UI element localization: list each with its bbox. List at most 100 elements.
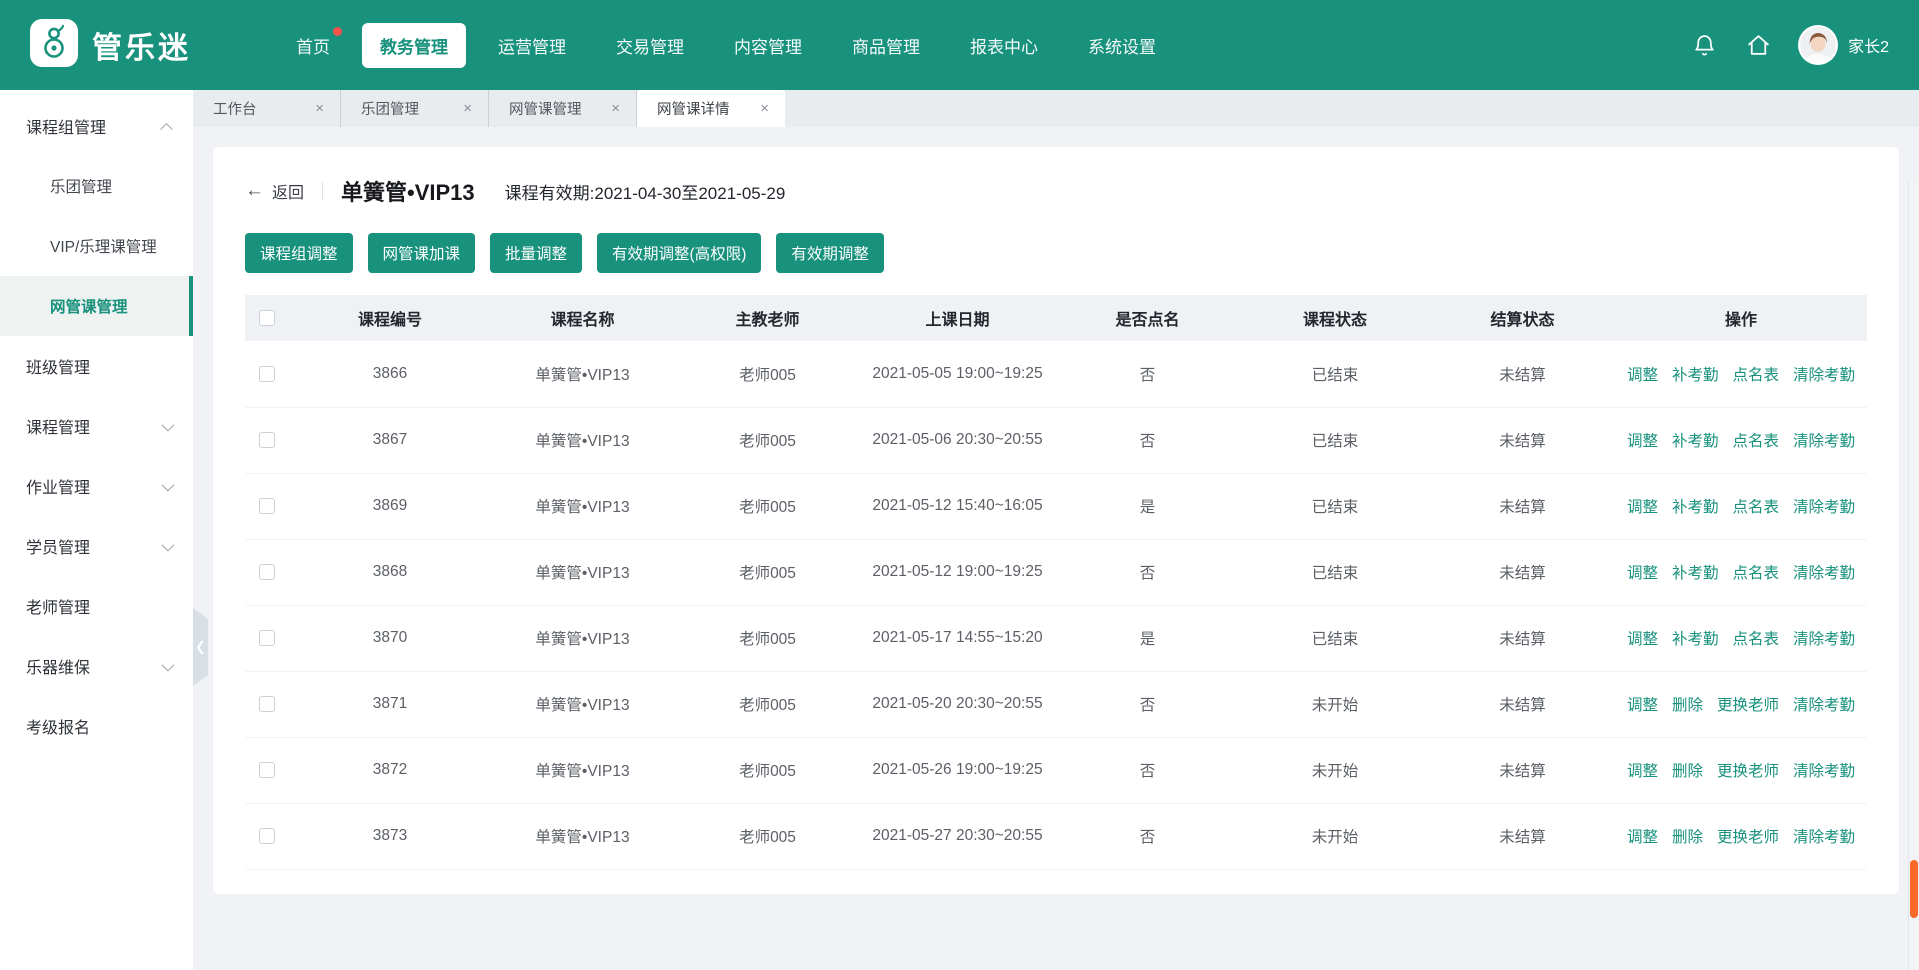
toolbar-button[interactable]: 批量调整: [490, 233, 582, 273]
action-link[interactable]: 点名表: [1733, 631, 1780, 648]
close-icon[interactable]: ×: [609, 99, 622, 118]
action-link[interactable]: 调整: [1627, 763, 1658, 780]
sidebar-subitem[interactable]: VIP/乐理课管理: [0, 216, 193, 276]
back-label: 返回: [272, 179, 304, 203]
action-link[interactable]: 清除考勤: [1793, 829, 1855, 846]
topnav-item[interactable]: 系统设置: [1070, 23, 1174, 68]
bell-icon[interactable]: [1690, 31, 1718, 59]
tab[interactable]: 网管课管理 ×: [489, 90, 637, 127]
action-link[interactable]: 调整: [1627, 829, 1658, 846]
action-link[interactable]: 清除考勤: [1793, 367, 1855, 384]
toolbar-button[interactable]: 有效期调整: [776, 233, 884, 273]
home-icon[interactable]: [1744, 31, 1772, 59]
cell-course-id: 3868: [290, 539, 490, 605]
topnav-item[interactable]: 教务管理: [362, 23, 466, 68]
sidebar-subitem[interactable]: 网管课管理: [0, 276, 193, 336]
scrollbar-thumb[interactable]: [1910, 860, 1918, 918]
brand[interactable]: 管乐迷: [30, 19, 230, 72]
action-link[interactable]: 删除: [1672, 697, 1703, 714]
topnav-item[interactable]: 内容管理: [716, 23, 820, 68]
row-checkbox[interactable]: [259, 762, 275, 778]
back-button[interactable]: ← 返回: [245, 179, 304, 203]
toolbar-button[interactable]: 有效期调整(高权限): [597, 233, 761, 273]
action-link[interactable]: 清除考勤: [1793, 631, 1855, 648]
topnav-item[interactable]: 运营管理: [480, 23, 584, 68]
topnav-item[interactable]: 报表中心: [952, 23, 1056, 68]
action-link[interactable]: 更换老师: [1717, 763, 1779, 780]
action-link[interactable]: 调整: [1627, 697, 1658, 714]
topnav-item[interactable]: 首页: [278, 23, 348, 68]
topnav-item-label: 内容管理: [734, 38, 802, 57]
topnav-item[interactable]: 商品管理: [834, 23, 938, 68]
cell-actions: 调整补考勤点名表清除考勤: [1615, 341, 1867, 407]
action-link[interactable]: 清除考勤: [1793, 763, 1855, 780]
toolbar-button[interactable]: 网管课加课: [368, 233, 476, 273]
action-link[interactable]: 更换老师: [1717, 697, 1779, 714]
vertical-scrollbar[interactable]: [1908, 180, 1919, 970]
cell-rollcall: 否: [1055, 671, 1240, 737]
close-icon[interactable]: ×: [758, 99, 771, 118]
row-checkbox[interactable]: [259, 630, 275, 646]
sidebar-item[interactable]: 学员管理: [0, 516, 193, 576]
action-link[interactable]: 调整: [1627, 565, 1658, 582]
cell-rollcall: 否: [1055, 341, 1240, 407]
cell-course-id: 3871: [290, 671, 490, 737]
cell-settlement: 未结算: [1430, 605, 1615, 671]
sidebar-item[interactable]: 课程组管理: [0, 96, 193, 156]
action-link[interactable]: 删除: [1672, 763, 1703, 780]
action-link[interactable]: 点名表: [1733, 433, 1780, 450]
course-detail-card: ← 返回 单簧管•VIP13 课程有效期:2021-04-30至2021-05-…: [213, 147, 1899, 894]
close-icon[interactable]: ×: [313, 99, 326, 118]
sidebar-item[interactable]: 作业管理: [0, 456, 193, 516]
tab[interactable]: 网管课详情 ×: [637, 90, 785, 127]
action-link[interactable]: 点名表: [1733, 565, 1780, 582]
sidebar-item-label: 班级管理: [26, 354, 90, 378]
user-menu[interactable]: 家长2: [1798, 25, 1889, 65]
row-checkbox[interactable]: [259, 432, 275, 448]
sidebar-item[interactable]: 课程管理: [0, 396, 193, 456]
action-link[interactable]: 调整: [1627, 367, 1658, 384]
topnav-item[interactable]: 交易管理: [598, 23, 702, 68]
action-link[interactable]: 补考勤: [1672, 631, 1719, 648]
action-link[interactable]: 清除考勤: [1793, 499, 1855, 516]
sidebar-item[interactable]: 老师管理: [0, 576, 193, 636]
sidebar-item[interactable]: 考级报名: [0, 696, 193, 756]
select-all-checkbox[interactable]: [259, 310, 275, 326]
action-link[interactable]: 删除: [1672, 829, 1703, 846]
tab[interactable]: 工作台 ×: [193, 90, 341, 127]
action-link[interactable]: 调整: [1627, 499, 1658, 516]
row-checkbox[interactable]: [259, 828, 275, 844]
sidebar-subitem[interactable]: 乐团管理: [0, 156, 193, 216]
action-link[interactable]: 补考勤: [1672, 565, 1719, 582]
cell-rollcall: 否: [1055, 407, 1240, 473]
action-link[interactable]: 点名表: [1733, 499, 1780, 516]
action-link[interactable]: 补考勤: [1672, 433, 1719, 450]
sidebar-item[interactable]: 乐器维保: [0, 636, 193, 696]
tab[interactable]: 乐团管理 ×: [341, 90, 489, 127]
action-link[interactable]: 补考勤: [1672, 367, 1719, 384]
collapse-sidebar-icon[interactable]: ❮: [193, 608, 208, 686]
cell-settlement: 未结算: [1430, 539, 1615, 605]
row-checkbox[interactable]: [259, 366, 275, 382]
action-link[interactable]: 补考勤: [1672, 499, 1719, 516]
table-row: 3873 单簧管•VIP13 老师005 2021-05-27 20:30~20…: [245, 803, 1867, 869]
action-link[interactable]: 更换老师: [1717, 829, 1779, 846]
cell-teacher: 老师005: [675, 539, 860, 605]
sidebar-subitem-label: 乐团管理: [50, 175, 112, 197]
toolbar-button[interactable]: 课程组调整: [245, 233, 353, 273]
chevron-down-icon: [162, 478, 175, 491]
row-checkbox[interactable]: [259, 498, 275, 514]
action-link[interactable]: 点名表: [1733, 367, 1780, 384]
action-link[interactable]: 清除考勤: [1793, 565, 1855, 582]
action-link[interactable]: 清除考勤: [1793, 433, 1855, 450]
cell-actions: 调整删除更换老师清除考勤: [1615, 737, 1867, 803]
action-link[interactable]: 清除考勤: [1793, 697, 1855, 714]
action-link[interactable]: 调整: [1627, 433, 1658, 450]
chevron-down-icon: [162, 538, 175, 551]
action-link[interactable]: 调整: [1627, 631, 1658, 648]
row-checkbox[interactable]: [259, 696, 275, 712]
close-icon[interactable]: ×: [461, 99, 474, 118]
row-checkbox[interactable]: [259, 564, 275, 580]
cell-status: 已结束: [1240, 539, 1430, 605]
sidebar-item[interactable]: 班级管理: [0, 336, 193, 396]
